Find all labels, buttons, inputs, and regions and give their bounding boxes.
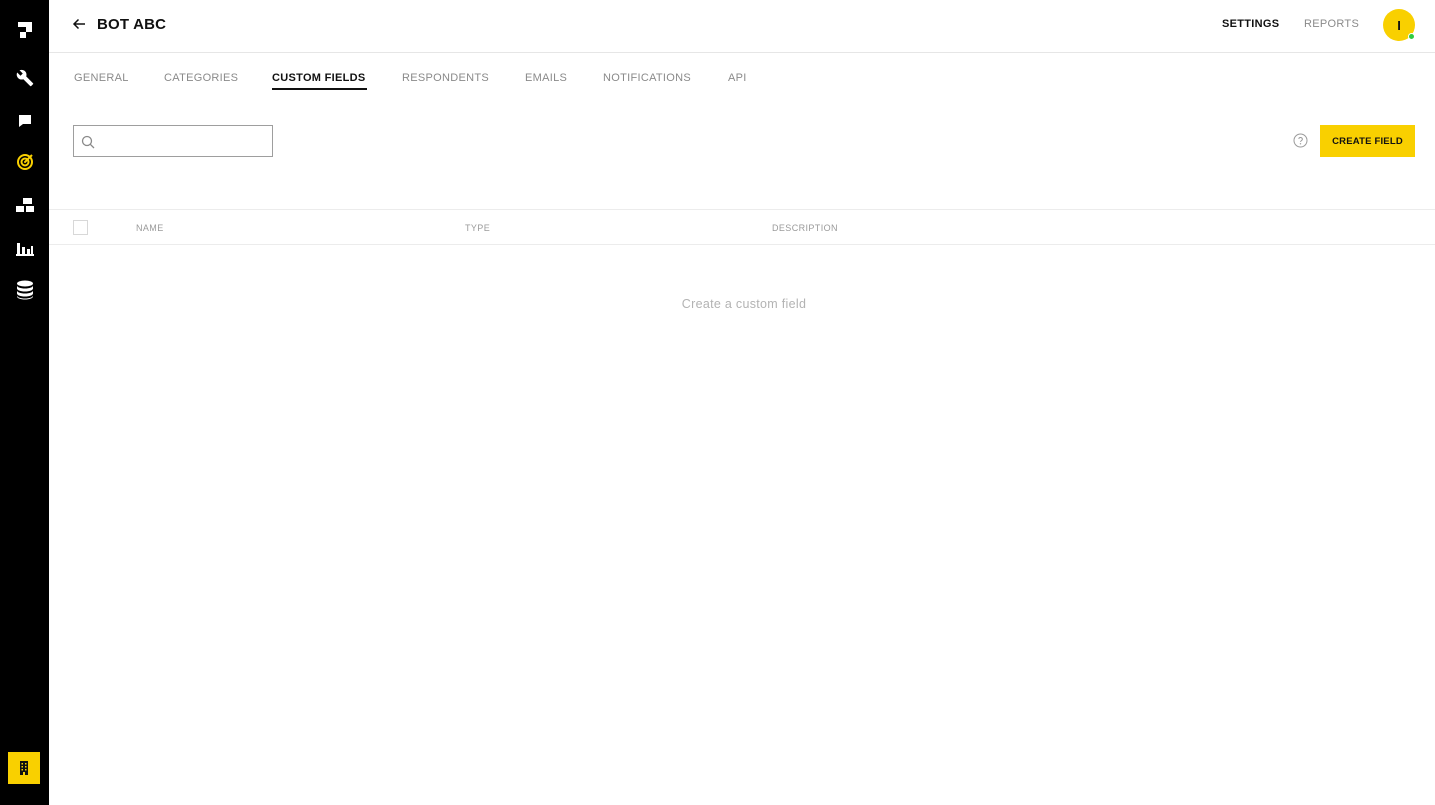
chat-icon[interactable] (12, 108, 37, 133)
page-title: BOT ABC (97, 16, 167, 33)
flow-icon[interactable] (12, 192, 37, 217)
tab-general[interactable]: GENERAL (74, 72, 129, 84)
tab-api[interactable]: API (728, 72, 747, 84)
sidebar (0, 0, 49, 805)
search-icon (81, 135, 95, 149)
tab-notifications[interactable]: NOTIFICATIONS (603, 72, 691, 84)
table-header: NAME TYPE DESCRIPTION (49, 209, 1435, 245)
avatar[interactable]: I (1383, 9, 1415, 41)
settings-link[interactable]: SETTINGS (1222, 18, 1279, 30)
logo-icon[interactable] (12, 17, 37, 42)
wrench-icon[interactable] (12, 65, 37, 90)
database-icon[interactable] (12, 277, 37, 302)
column-header-name[interactable]: NAME (136, 223, 164, 233)
tab-categories[interactable]: CATEGORIES (164, 72, 238, 84)
tab-respondents[interactable]: RESPONDENTS (402, 72, 489, 84)
column-header-description[interactable]: DESCRIPTION (772, 223, 838, 233)
create-field-button[interactable]: CREATE FIELD (1320, 125, 1415, 157)
back-arrow-icon[interactable] (71, 16, 87, 32)
tab-emails[interactable]: EMAILS (525, 72, 567, 84)
avatar-initial: I (1397, 17, 1401, 33)
search-input[interactable] (98, 127, 268, 155)
column-header-type[interactable]: TYPE (465, 223, 490, 233)
select-all-checkbox[interactable] (73, 220, 88, 235)
tab-custom-fields[interactable]: CUSTOM FIELDS (272, 72, 367, 90)
online-status-dot (1408, 33, 1415, 40)
bar-chart-icon[interactable] (12, 235, 37, 260)
search-box (73, 125, 273, 157)
top-header: BOT ABC SETTINGS REPORTS I (49, 0, 1435, 53)
reports-link[interactable]: REPORTS (1304, 18, 1359, 30)
target-icon[interactable] (12, 149, 37, 174)
empty-state-message: Create a custom field (681, 297, 807, 311)
building-icon[interactable] (8, 752, 40, 784)
help-icon[interactable] (1293, 133, 1308, 148)
app-root: BOT ABC SETTINGS REPORTS I GENERAL CATEG… (0, 0, 1435, 805)
